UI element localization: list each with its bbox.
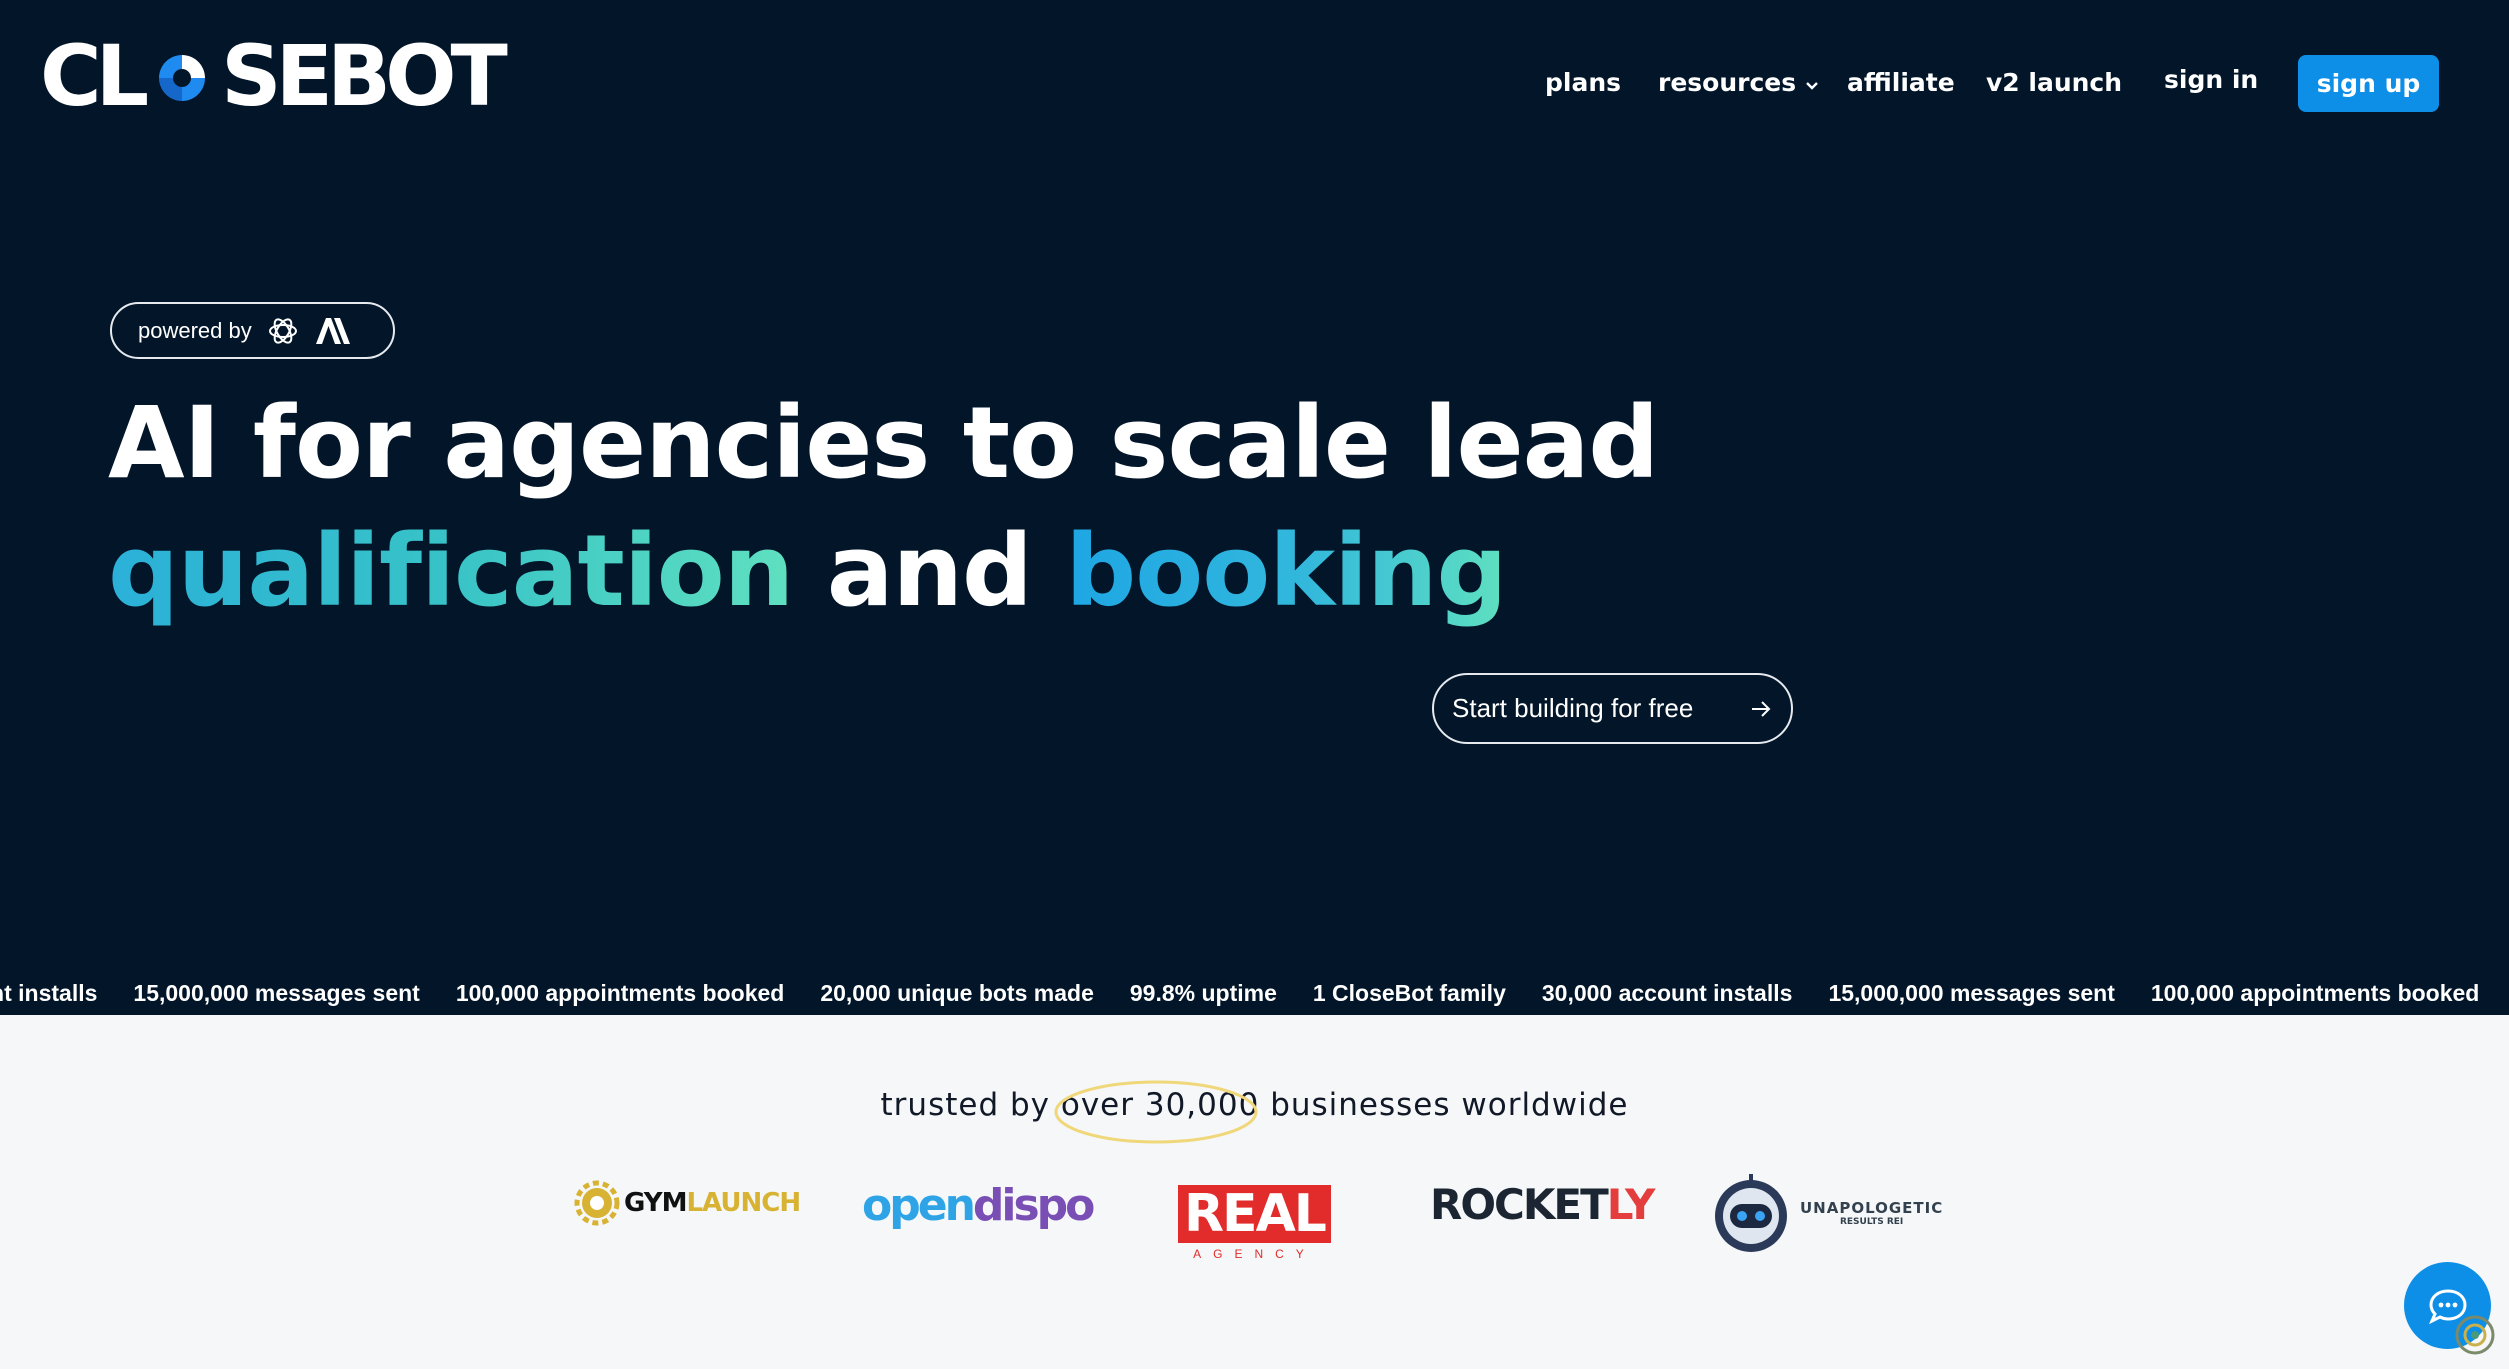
robot-icon (1715, 1174, 1787, 1252)
trusted-highlight: over 30,000 (1054, 1080, 1259, 1144)
headline-and: and (826, 514, 1033, 629)
unapologetic-text: UNAPOLOGETIC (1800, 1199, 1944, 1217)
nav-resources-label: resources (1658, 68, 1797, 97)
arrow-right-icon (1752, 701, 1771, 717)
trusted-section: trusted by over 30,000 businesses worldw… (0, 1015, 2509, 1320)
trusted-suffix: businesses worldwide (1270, 1087, 1629, 1123)
hero-section: CL SEBOT plans resources affiliate v2 la… (0, 0, 2509, 1015)
chevron-down-icon (1806, 81, 1818, 90)
stat-item: 1 CloseBot family (1312, 980, 1506, 1006)
stat-item: 15,000,000 messages sent (1828, 980, 2115, 1006)
nav-plans-link[interactable]: plans (1545, 68, 1621, 97)
unapologetic-words: UNAPOLOGETIC RESULTS REI (1800, 1199, 1943, 1227)
opendispo-logo: open dispo (862, 1180, 1095, 1231)
stat-item: 99.8% uptime (1129, 980, 1277, 1006)
results-rei-text: RESULTS REI (1839, 1217, 1904, 1227)
real-text: REAL (1178, 1185, 1331, 1243)
trusted-prefix: trusted by (880, 1087, 1051, 1123)
cta-label: Start building for free (1452, 693, 1694, 723)
stat-item: 15,000,000 messages sent (133, 980, 420, 1006)
start-building-button[interactable]: Start building for free (1432, 673, 1793, 744)
openai-icon (268, 317, 297, 344)
gymlaunch-logo: GYMLAUNCH (574, 1180, 801, 1226)
logo-o-icon (159, 55, 206, 101)
anthropic-icon (315, 317, 350, 344)
gear-icon (574, 1180, 620, 1226)
accessibility-badge-icon[interactable] (2452, 1312, 2498, 1358)
powered-by-badge: powered by (110, 302, 395, 359)
headline-line-1: AI for agencies to scale lead (108, 386, 1659, 501)
rocketly-logo: ROCKET LY (1430, 1180, 1656, 1229)
unapologetic-logo: UNAPOLOGETIC RESULTS REI (1708, 1170, 1943, 1256)
sign-up-button[interactable]: sign up (2298, 55, 2439, 112)
headline-qualification: qualification (108, 514, 794, 629)
nav-resources-dropdown[interactable]: resources (1658, 68, 1820, 97)
real-agency-logo: REAL AGENCY (1178, 1185, 1331, 1261)
powered-by-label: powered by (138, 317, 252, 343)
closebot-logo[interactable]: CL SEBOT (40, 27, 508, 125)
stat-item: 30,000 account installs (1541, 980, 1793, 1006)
stat-item: unt installs (0, 980, 98, 1006)
nav-v2-launch-link[interactable]: v2 launch (1986, 68, 2122, 97)
stats-ticker: unt installs 15,000,000 messages sent 10… (0, 978, 2509, 1014)
hero-headline: AI for agencies to scale lead qualificat… (108, 380, 1659, 636)
stat-item: 100,000 appointments booked (455, 980, 785, 1006)
opendispo-open-text: open (862, 1180, 976, 1231)
stats-track: unt installs 15,000,000 messages sent 10… (0, 980, 2509, 1007)
gymlaunch-text-a: GYM (624, 1188, 687, 1218)
gymlaunch-text: GYMLAUNCH (624, 1188, 801, 1218)
rocketly-text-a: ROCKET (1430, 1180, 1609, 1229)
headline-booking: booking (1065, 514, 1507, 629)
logo-text-left: CL (40, 27, 149, 125)
agency-text: AGENCY (1193, 1247, 1316, 1261)
trusted-title: trusted by over 30,000 businesses worldw… (0, 1080, 2509, 1144)
sign-in-link[interactable]: sign in (2164, 65, 2258, 94)
highlight-circle-icon (1054, 1080, 1258, 1144)
stat-item: 20,000 unique bots made (820, 980, 1094, 1006)
nav-affiliate-link[interactable]: affiliate (1847, 68, 1955, 97)
rocketly-text-b: LY (1606, 1180, 1656, 1229)
stat-item: 100,000 appointments booked (2150, 980, 2480, 1006)
opendispo-dispo-text: dispo (972, 1180, 1095, 1231)
logo-text-right: SEBOT (221, 27, 508, 125)
gymlaunch-text-b: LAUNCH (686, 1188, 801, 1218)
